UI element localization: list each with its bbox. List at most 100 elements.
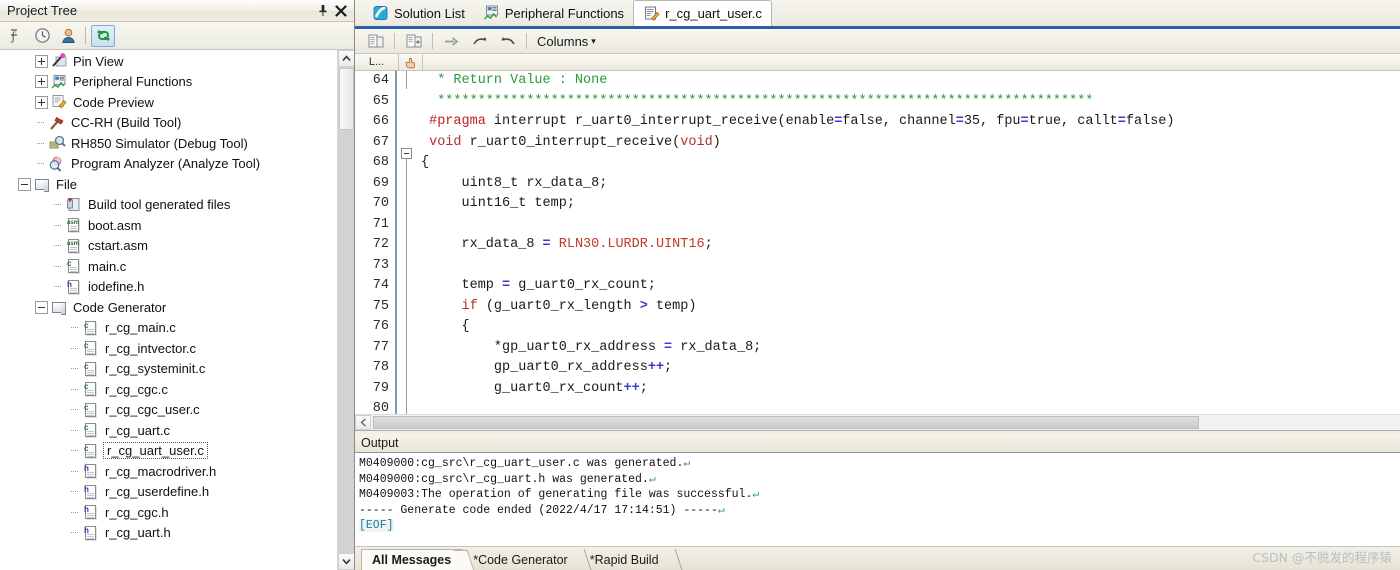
- code-line[interactable]: {: [421, 153, 1400, 174]
- code-line[interactable]: uint8_t rx_data_8;: [421, 174, 1400, 195]
- document-tab[interactable]: r_cg_uart_user.c: [633, 0, 772, 26]
- debug-tool-icon: [48, 135, 66, 151]
- paste-code-icon[interactable]: [401, 31, 426, 52]
- scroll-down-arrow[interactable]: [338, 553, 354, 570]
- hscroll-thumb[interactable]: [373, 416, 1199, 429]
- undo-icon[interactable]: [495, 31, 520, 52]
- code-line[interactable]: #pragma interrupt r_uart0_interrupt_rece…: [421, 112, 1400, 133]
- expand-icon[interactable]: [35, 54, 48, 68]
- clock-icon[interactable]: [30, 25, 54, 47]
- expand-icon[interactable]: [35, 75, 48, 89]
- code-line[interactable]: *gp_uart0_rx_address = rx_data_8;: [421, 338, 1400, 359]
- tree-node[interactable]: c r_cg_uart_user.c: [0, 441, 337, 462]
- tree-node[interactable]: asm boot.asm: [0, 215, 337, 236]
- tree-node[interactable]: h r_cg_cgc.h: [0, 502, 337, 523]
- code-line[interactable]: [421, 256, 1400, 277]
- peripheral-functions-icon: [50, 74, 68, 90]
- tree-node[interactable]: Code Preview: [0, 92, 337, 113]
- tree-node-label: r_cg_main.c: [105, 320, 176, 336]
- project-tree-list[interactable]: Pin View Peripheral Functions Code Preview…: [0, 50, 337, 570]
- redo-icon[interactable]: [467, 31, 492, 52]
- refresh-icon[interactable]: [91, 24, 115, 47]
- output-tab[interactable]: *Rapid Build: [580, 549, 682, 570]
- tree-node[interactable]: c r_cg_uart.c: [0, 420, 337, 441]
- tree-node[interactable]: Code Generator: [0, 297, 337, 318]
- goto-icon[interactable]: [439, 31, 464, 52]
- code-line[interactable]: [421, 399, 1400, 414]
- tree-node[interactable]: Pin View: [0, 51, 337, 72]
- tree-node-label: r_cg_macrodriver.h: [105, 463, 217, 479]
- code-line[interactable]: void r_uart0_interrupt_receive(void): [421, 133, 1400, 154]
- tree-node[interactable]: h r_cg_uart.h: [0, 523, 337, 544]
- carriage-return-icon: ↵: [648, 472, 656, 486]
- close-icon[interactable]: [332, 2, 350, 20]
- collapse-icon[interactable]: [35, 300, 48, 314]
- code-line[interactable]: {: [421, 317, 1400, 338]
- tree-node[interactable]: h iodefine.h: [0, 277, 337, 298]
- line-number: 71: [372, 216, 389, 232]
- tree-node[interactable]: asm cstart.asm: [0, 236, 337, 257]
- code-line[interactable]: gp_uart0_rx_address++;: [421, 358, 1400, 379]
- output-tab[interactable]: *Code Generator: [463, 549, 592, 570]
- output-tab[interactable]: All Messages: [361, 549, 475, 570]
- tree-node[interactable]: c r_cg_cgc_user.c: [0, 400, 337, 421]
- editor-horizontal-scrollbar[interactable]: [355, 414, 1400, 430]
- code-line[interactable]: temp = g_uart0_rx_count;: [421, 276, 1400, 297]
- tree-node[interactable]: c r_cg_systeminit.c: [0, 359, 337, 380]
- tree-node[interactable]: Build tool generated files: [0, 195, 337, 216]
- asm-file-icon: asm: [65, 238, 83, 254]
- tree-node[interactable]: h r_cg_userdefine.h: [0, 482, 337, 503]
- user-icon[interactable]: [56, 25, 80, 47]
- code-editor-viewport[interactable]: 64656667686970717273747576777879808182 *…: [355, 71, 1400, 414]
- code-line[interactable]: ****************************************…: [421, 92, 1400, 113]
- columns-dropdown[interactable]: Columns ▾: [533, 34, 600, 49]
- line-number: 79: [372, 380, 389, 396]
- scroll-thumb[interactable]: [339, 68, 354, 130]
- code-token: g_uart0_rx_count: [421, 380, 624, 396]
- document-tab[interactable]: Peripheral Functions: [474, 0, 633, 26]
- code-token: interrupt r_uart0_interrupt_receive(enab…: [485, 114, 835, 129]
- tree-node[interactable]: CC-RH (Build Tool): [0, 113, 337, 134]
- pin-icon[interactable]: [314, 2, 332, 20]
- output-text[interactable]: M0409000:cg_src\r_cg_uart_user.c was gen…: [355, 453, 1400, 546]
- code-line[interactable]: rx_data_8 = RLN30.LURDR.UINT16;: [421, 235, 1400, 256]
- tree-node[interactable]: RH850 Simulator (Debug Tool): [0, 133, 337, 154]
- tree-node[interactable]: c r_cg_cgc.c: [0, 379, 337, 400]
- copy-code-icon[interactable]: [363, 31, 388, 52]
- scroll-left-arrow[interactable]: [355, 415, 371, 430]
- code-token: temp: [421, 278, 503, 293]
- code-text[interactable]: * Return Value : None ******************…: [417, 71, 1400, 414]
- code-token: RLN30.LURDR.UINT16: [558, 237, 705, 252]
- scroll-track[interactable]: [338, 67, 354, 553]
- tree-node[interactable]: c r_cg_intvector.c: [0, 338, 337, 359]
- document-tab[interactable]: Solution List: [363, 0, 474, 26]
- tree-node[interactable]: h r_cg_macrodriver.h: [0, 461, 337, 482]
- hand-pointer-icon[interactable]: [399, 53, 423, 71]
- code-line[interactable]: if (g_uart0_rx_length > temp): [421, 297, 1400, 318]
- collapse-icon[interactable]: [18, 177, 31, 191]
- line-column-header[interactable]: L...: [355, 53, 399, 71]
- tree-node[interactable]: c r_cg_main.c: [0, 318, 337, 339]
- sort-icon[interactable]: ʃ: [4, 25, 28, 47]
- code-editor[interactable]: 64656667686970717273747576777879808182 *…: [355, 71, 1400, 430]
- code-line[interactable]: [421, 215, 1400, 236]
- code-line[interactable]: uint16_t temp;: [421, 194, 1400, 215]
- solution-list-icon: [372, 5, 389, 21]
- fold-margin[interactable]: [397, 71, 417, 414]
- expand-icon[interactable]: [35, 95, 48, 109]
- code-line[interactable]: g_uart0_rx_count++;: [421, 379, 1400, 400]
- tree-node-label: cstart.asm: [88, 238, 148, 254]
- h-file-icon: h: [65, 279, 83, 295]
- code-line[interactable]: * Return Value : None: [421, 71, 1400, 92]
- tree-node[interactable]: c main.c: [0, 256, 337, 277]
- line-number: 67: [372, 134, 389, 150]
- code-token: =: [542, 237, 551, 252]
- fold-collapse-box[interactable]: [401, 148, 412, 159]
- scroll-up-arrow[interactable]: [338, 50, 354, 67]
- output-tab-label: *Code Generator: [473, 552, 568, 567]
- tree-vertical-scrollbar[interactable]: [337, 50, 354, 570]
- main-area: Solution List Peripheral Functions r_cg_ua…: [355, 0, 1400, 570]
- tree-node[interactable]: Peripheral Functions: [0, 72, 337, 93]
- tree-node[interactable]: Program Analyzer (Analyze Tool): [0, 154, 337, 175]
- tree-node[interactable]: File: [0, 174, 337, 195]
